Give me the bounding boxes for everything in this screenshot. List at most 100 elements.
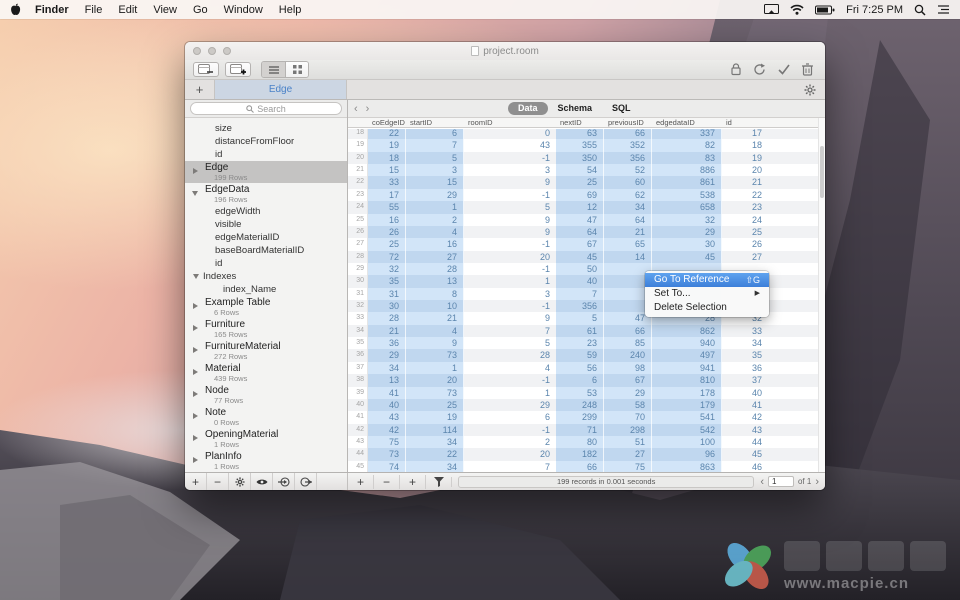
sidebar-column-visible[interactable]: visible (185, 218, 347, 231)
tab-sql[interactable]: SQL (602, 102, 641, 115)
table-cell[interactable]: 28 (368, 312, 406, 324)
table-cell[interactable]: 26 (722, 238, 768, 250)
table-cell[interactable]: 43 (722, 424, 768, 436)
column-header-coedgeid[interactable]: coEdgeID (368, 118, 406, 127)
table-cell[interactable]: 21 (368, 325, 406, 337)
table-cell[interactable]: 940 (652, 337, 722, 349)
table-cell[interactable]: 41 (722, 399, 768, 411)
table-cell[interactable]: 21 (722, 176, 768, 188)
table-cell[interactable]: 28 (464, 349, 556, 361)
sidebar-table-edgedata[interactable]: EdgeData196 Rows (185, 183, 347, 205)
table-cell[interactable]: 54 (556, 164, 604, 176)
table-cell[interactable]: 542 (652, 424, 722, 436)
table-cell[interactable]: 21 (406, 312, 464, 324)
menu-item-finder[interactable]: Finder (35, 4, 69, 16)
duplicate-row-button[interactable]: + (400, 475, 426, 489)
table-cell[interactable]: 19 (406, 411, 464, 423)
table-cell[interactable]: 182 (556, 448, 604, 460)
add-table-button[interactable]: + (185, 473, 207, 490)
table-cell[interactable]: 7 (406, 139, 464, 151)
table-cell[interactable]: 22 (722, 189, 768, 201)
context-menu-item-set-to[interactable]: Set To...▶ (645, 287, 769, 301)
table-cell[interactable]: 34 (406, 436, 464, 448)
table-cell[interactable]: 96 (652, 448, 722, 460)
table-row[interactable]: 362973285924049735 (348, 349, 818, 361)
table-cell[interactable]: 16 (406, 238, 464, 250)
table-row[interactable]: 2872272045144527 (348, 251, 818, 263)
sidebar-column-distancefromfloor[interactable]: distanceFromFloor (185, 135, 347, 148)
table-cell[interactable]: 25 (368, 238, 406, 250)
remove-table-button[interactable]: − (207, 473, 229, 490)
vertical-scrollbar[interactable] (818, 118, 825, 472)
back-button[interactable]: ‹ (354, 101, 358, 117)
table-cell[interactable]: 19 (368, 139, 406, 151)
sidebar-table-furniture[interactable]: Furniture165 Rows (185, 318, 347, 340)
column-header-id[interactable]: id (722, 118, 768, 127)
table-cell[interactable]: 32 (652, 214, 722, 226)
table-cell[interactable]: 30 (652, 238, 722, 250)
table-cell[interactable]: 32 (368, 263, 406, 275)
table-cell[interactable]: 1 (464, 275, 556, 287)
table-cell[interactable]: 65 (604, 238, 652, 250)
table-cell[interactable]: 36 (368, 337, 406, 349)
table-cell[interactable]: 5 (464, 337, 556, 349)
table-cell[interactable]: 9 (464, 312, 556, 324)
table-cell[interactable]: 18 (722, 139, 768, 151)
table-cell[interactable]: 861 (652, 176, 722, 188)
disclosure-triangle-icon[interactable] (193, 369, 198, 375)
table-cell[interactable]: 33 (368, 176, 406, 188)
lock-icon[interactable] (731, 63, 741, 76)
table-cell[interactable]: 299 (556, 411, 604, 423)
table-cell[interactable]: 83 (652, 152, 722, 164)
table-cell[interactable]: 7 (556, 288, 604, 300)
table-cell[interactable]: 337 (652, 129, 722, 139)
table-cell[interactable]: 34 (604, 201, 652, 213)
table-cell[interactable]: 1 (406, 362, 464, 374)
table-cell[interactable]: 74 (368, 461, 406, 472)
table-cell[interactable]: 66 (556, 461, 604, 472)
remove-source-button[interactable] (193, 62, 219, 77)
table-cell[interactable]: 13 (368, 374, 406, 386)
table-row[interactable]: 342147616686233 (348, 325, 818, 337)
table-cell[interactable]: 71 (556, 424, 604, 436)
disclosure-triangle-icon[interactable] (193, 413, 198, 419)
commit-check-icon[interactable] (778, 64, 790, 75)
sidebar-index-index-name[interactable]: index_Name (185, 283, 347, 296)
table-cell[interactable]: 22 (406, 448, 464, 460)
table-cell[interactable]: 34 (406, 461, 464, 472)
table-cell[interactable]: 862 (652, 325, 722, 337)
apple-menu-icon[interactable] (10, 3, 21, 16)
table-cell[interactable]: 810 (652, 374, 722, 386)
table-cell[interactable]: 20 (464, 448, 556, 460)
table-cell[interactable]: 23 (556, 337, 604, 349)
table-cell[interactable]: 178 (652, 387, 722, 399)
column-header-roomid[interactable]: roomID (464, 118, 556, 127)
menu-item-go[interactable]: Go (193, 4, 208, 16)
prev-page-button[interactable]: ‹ (760, 476, 764, 488)
table-cell[interactable]: 16 (368, 214, 406, 226)
table-cell[interactable]: 27 (406, 251, 464, 263)
table-cell[interactable]: 67 (604, 374, 652, 386)
table-cell[interactable]: 69 (556, 189, 604, 201)
table-cell[interactable]: 37 (722, 374, 768, 386)
context-menu-item-delete-selection[interactable]: Delete Selection (645, 301, 769, 315)
table-cell[interactable]: 40 (556, 275, 604, 287)
table-cell[interactable]: 6 (464, 411, 556, 423)
table-cell[interactable]: -1 (464, 189, 556, 201)
table-cell[interactable]: 34 (722, 337, 768, 349)
table-cell[interactable]: 17 (722, 129, 768, 139)
table-row[interactable]: 272516-167653026 (348, 238, 818, 250)
table-cell[interactable]: 4 (406, 325, 464, 337)
actions-gear-icon[interactable] (229, 473, 251, 490)
table-cell[interactable]: -1 (464, 424, 556, 436)
table-cell[interactable]: 1 (406, 201, 464, 213)
table-cell[interactable]: -1 (464, 300, 556, 312)
table-cell[interactable]: 59 (556, 349, 604, 361)
table-cell[interactable]: 75 (368, 436, 406, 448)
display-mirroring-icon[interactable] (764, 4, 779, 15)
table-cell[interactable]: 19 (722, 152, 768, 164)
menu-item-window[interactable]: Window (224, 4, 263, 16)
table-cell[interactable]: 18 (368, 152, 406, 164)
column-header-startid[interactable]: startID (406, 118, 464, 127)
export-icon[interactable] (295, 473, 317, 490)
